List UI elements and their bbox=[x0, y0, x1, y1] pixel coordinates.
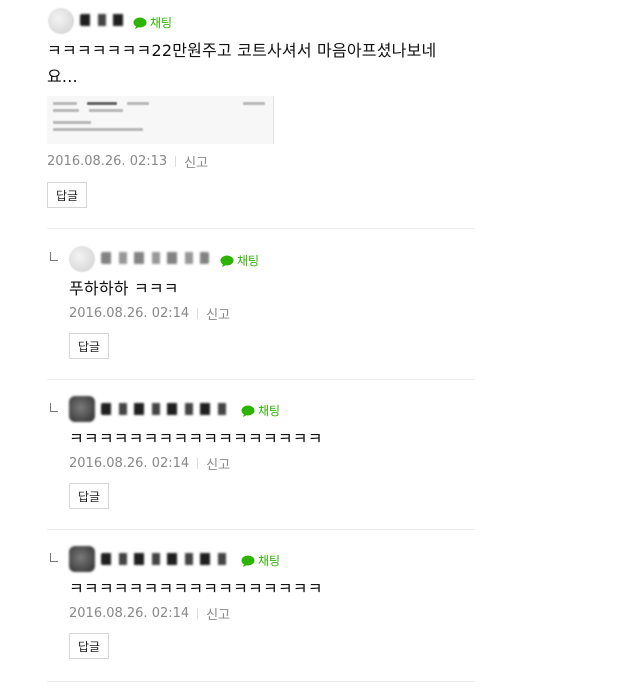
comment-meta: 2016.08.26. 02:13 신고 bbox=[47, 152, 208, 171]
meta-separator bbox=[175, 156, 177, 167]
comment-divider bbox=[47, 228, 475, 229]
avatar[interactable] bbox=[69, 246, 95, 272]
comment-text: ㅋㅋㅋㅋㅋㅋㅋㅋㅋㅋㅋㅋㅋㅋㅋㅋㅋ bbox=[69, 429, 323, 448]
comment-divider bbox=[47, 681, 475, 682]
comment-divider bbox=[47, 529, 475, 530]
nickname-blurred[interactable] bbox=[80, 14, 124, 26]
report-link[interactable]: 신고 bbox=[206, 454, 230, 473]
chat-label: 채팅 bbox=[258, 554, 281, 568]
report-link[interactable]: 신고 bbox=[206, 604, 230, 623]
comment-date: 2016.08.26. 02:14 bbox=[69, 606, 190, 621]
reply-button[interactable]: 답글 bbox=[69, 633, 110, 659]
reply-arrow-icon bbox=[50, 252, 58, 261]
avatar[interactable] bbox=[69, 546, 95, 572]
chat-label: 채팅 bbox=[237, 254, 260, 268]
chat-label: 채팅 bbox=[258, 404, 281, 418]
chat-label: 채팅 bbox=[150, 16, 173, 30]
report-link[interactable]: 신고 bbox=[206, 304, 230, 323]
meta-separator bbox=[197, 608, 199, 619]
avatar[interactable] bbox=[69, 396, 95, 422]
reply-button[interactable]: 답글 bbox=[69, 333, 110, 359]
reply-button[interactable]: 답글 bbox=[47, 182, 88, 208]
comment-meta: 2016.08.26. 02:14 신고 bbox=[69, 304, 230, 323]
comment-meta: 2016.08.26. 02:14 신고 bbox=[69, 604, 230, 623]
chat-link[interactable]: 채팅 bbox=[133, 14, 172, 31]
comment-date: 2016.08.26. 02:14 bbox=[69, 306, 190, 321]
speech-bubble-icon bbox=[241, 405, 255, 417]
chat-link[interactable]: 채팅 bbox=[220, 252, 259, 269]
speech-bubble-icon bbox=[241, 555, 255, 567]
speech-bubble-icon bbox=[220, 255, 234, 267]
chat-link[interactable]: 채팅 bbox=[241, 552, 280, 569]
comment-date: 2016.08.26. 02:14 bbox=[69, 456, 190, 471]
meta-separator bbox=[197, 308, 199, 319]
speech-bubble-icon bbox=[133, 17, 147, 29]
reply-button[interactable]: 답글 bbox=[69, 483, 110, 509]
comment-divider bbox=[47, 379, 475, 380]
reply-arrow-icon bbox=[50, 553, 58, 562]
chat-link[interactable]: 채팅 bbox=[241, 402, 280, 419]
comment-text: ㅋㅋㅋㅋㅋㅋㅋ22만원주고 코트사셔서 마음아프셨나보네요... bbox=[47, 41, 437, 86]
meta-separator bbox=[197, 458, 199, 469]
nickname-blurred[interactable] bbox=[101, 553, 233, 565]
report-link[interactable]: 신고 bbox=[184, 152, 208, 171]
comment-meta: 2016.08.26. 02:14 신고 bbox=[69, 454, 230, 473]
reply-arrow-icon bbox=[50, 403, 58, 412]
avatar[interactable] bbox=[48, 8, 74, 34]
comment-text: 푸하하하 ㅋㅋㅋ bbox=[69, 279, 179, 298]
nickname-blurred[interactable] bbox=[101, 252, 209, 264]
comment-date: 2016.08.26. 02:13 bbox=[47, 154, 168, 169]
attached-image[interactable] bbox=[47, 96, 274, 144]
comment-text: ㅋㅋㅋㅋㅋㅋㅋㅋㅋㅋㅋㅋㅋㅋㅋㅋㅋ bbox=[69, 579, 323, 598]
nickname-blurred[interactable] bbox=[101, 403, 233, 415]
